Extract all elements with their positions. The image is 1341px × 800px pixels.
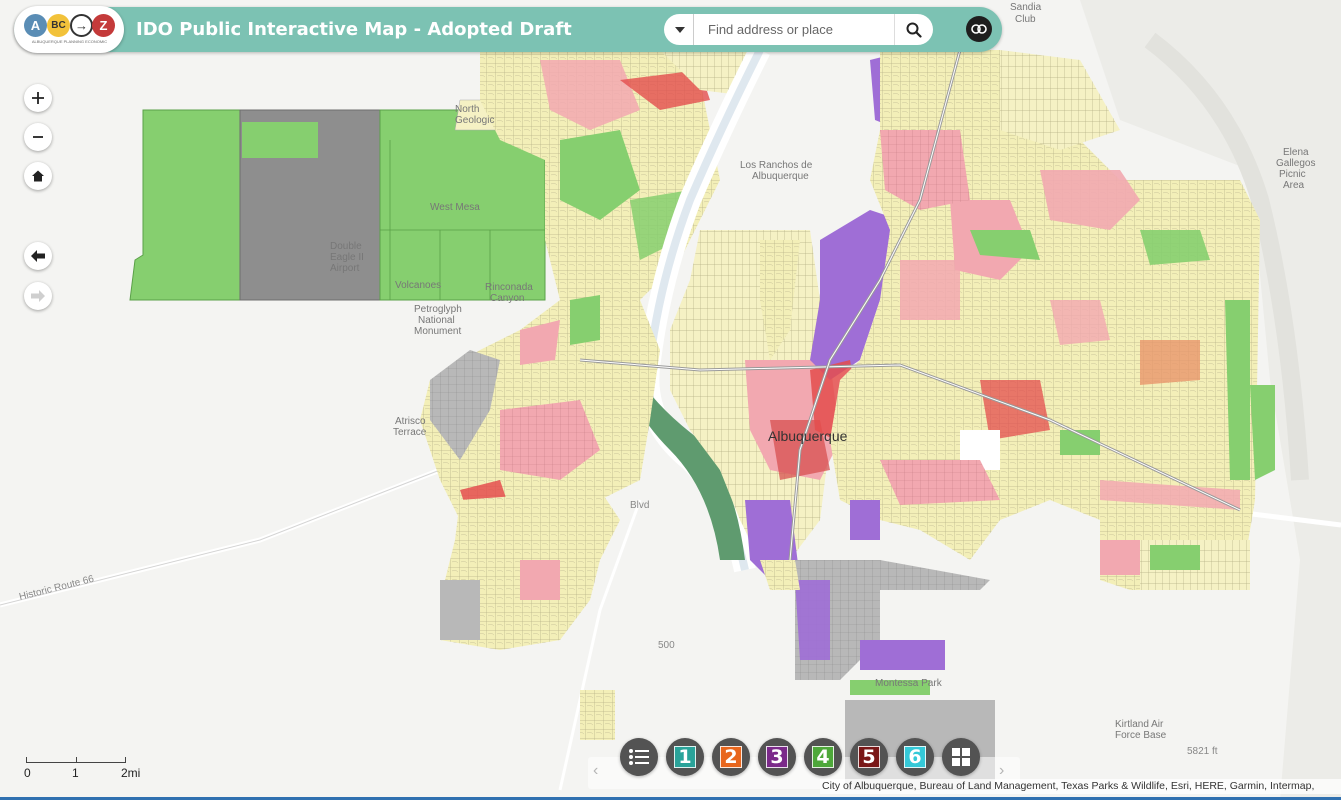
toolbar-next-arrow[interactable]: › (999, 762, 1004, 780)
label-petroglyph-3: Monument (414, 326, 461, 337)
label-rinconada-2: Canyon (490, 293, 524, 304)
list-icon (629, 749, 649, 765)
label-blvd: Blvd (630, 500, 649, 511)
label-kirtland-2: Force Base (1115, 730, 1167, 741)
search-widget (664, 14, 933, 45)
plus-icon (32, 92, 44, 104)
label-west-mesa: West Mesa (430, 202, 480, 213)
widget-3-button[interactable]: 3 (758, 738, 796, 776)
label-elena: Elena (1283, 147, 1309, 158)
abc-to-z-logo[interactable]: A BC → Z ALBUQUERQUE PLANNING ECONOMIC (14, 6, 124, 53)
widget-5-label: 5 (858, 746, 880, 768)
label-atrisco-2: Terrace (393, 427, 427, 438)
app-title: IDO Public Interactive Map - Adopted Dra… (136, 19, 572, 40)
logo-letter-a: A (24, 14, 47, 37)
label-elena-2: Gallegos (1276, 158, 1315, 169)
label-kirtland: Kirtland Air (1115, 719, 1164, 730)
widget-1-label: 1 (674, 746, 696, 768)
link-icon (971, 24, 987, 34)
zoom-in-button[interactable] (24, 84, 52, 112)
logo-letter-z: Z (92, 14, 115, 37)
search-icon (906, 22, 922, 38)
label-north-geologic: North (455, 104, 479, 115)
arrow-left-icon (31, 250, 45, 262)
label-sandia: Sandia (1010, 2, 1042, 13)
label-petroglyph: Petroglyph (414, 304, 462, 315)
label-rinconada: Rinconada (485, 282, 533, 293)
widget-5-button[interactable]: 5 (850, 738, 888, 776)
grid-icon (952, 748, 970, 766)
label-los-ranchos: Los Ranchos de (740, 160, 813, 171)
label-double-eagle: Double (330, 241, 362, 252)
label-sandia-club: Club (1015, 14, 1036, 25)
widget-2-button[interactable]: 2 (712, 738, 750, 776)
logo-tagline: ALBUQUERQUE PLANNING ECONOMIC (31, 39, 108, 44)
zoning-map[interactable]: Los Ranchos de Albuquerque Albuquerque W… (0, 0, 1341, 800)
label-atrisco: Atrisco (395, 416, 426, 427)
label-double-eagle-3: Airport (330, 263, 360, 274)
share-link-button[interactable] (966, 16, 992, 42)
minus-icon (33, 136, 43, 138)
home-icon (32, 170, 44, 182)
label-north-geologic-2: Geologic (455, 115, 494, 126)
arrow-right-icon (31, 290, 45, 302)
label-double-eagle-2: Eagle II (330, 252, 364, 263)
scale-label-0: 0 (24, 766, 31, 780)
layer-list-button[interactable] (620, 738, 658, 776)
scale-label-1: 1 (72, 766, 79, 780)
widget-3-label: 3 (766, 746, 788, 768)
map-attribution: City of Albuquerque, Bureau of Land Mana… (820, 779, 1341, 794)
scale-bar (26, 757, 126, 763)
label-petroglyph-2: National (418, 315, 455, 326)
widget-4-label: 4 (812, 746, 834, 768)
search-input[interactable] (694, 14, 894, 45)
label-elena-4: Area (1283, 180, 1305, 191)
label-elevation: 5821 ft (1187, 746, 1218, 757)
search-button[interactable] (894, 14, 933, 45)
previous-extent-button[interactable] (24, 242, 52, 270)
home-button[interactable] (24, 162, 52, 190)
scale-label-2mi: 2mi (121, 766, 141, 780)
widget-4-button[interactable]: 4 (804, 738, 842, 776)
label-city: Albuquerque (768, 428, 848, 444)
logo-arrow-icon: → (70, 14, 93, 37)
label-los-ranchos-2: Albuquerque (752, 171, 809, 182)
toolbar-prev-arrow[interactable]: ‹ (593, 762, 598, 780)
logo-letter-bc: BC (47, 14, 70, 37)
basemap-gallery-button[interactable] (942, 738, 980, 776)
widget-6-button[interactable]: 6 (896, 738, 934, 776)
widget-6-label: 6 (904, 746, 926, 768)
next-extent-button[interactable] (24, 282, 52, 310)
widget-1-button[interactable]: 1 (666, 738, 704, 776)
search-source-dropdown[interactable] (664, 14, 694, 45)
zoom-out-button[interactable] (24, 123, 52, 151)
app-header: A BC → Z ALBUQUERQUE PLANNING ECONOMIC I… (14, 6, 1002, 53)
label-volcanoes: Volcanoes (395, 280, 441, 291)
label-elena-3: Picnic (1279, 169, 1306, 180)
label-route-500: 500 (658, 640, 675, 651)
label-montessa: Montessa Park (875, 678, 943, 689)
widget-2-label: 2 (720, 746, 742, 768)
